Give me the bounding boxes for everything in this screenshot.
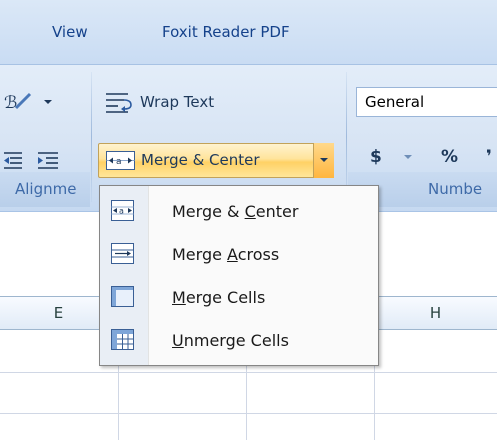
chevron-down-icon (320, 158, 328, 162)
svg-text:ℬ: ℬ (4, 93, 17, 113)
menu-item-merge-cells[interactable]: Merge Cells (100, 278, 378, 320)
menu-item-merge-across[interactable]: Merge Across (100, 235, 378, 277)
menu-item-label: Merge Across (172, 245, 280, 264)
merge-center-icon: a (106, 151, 135, 170)
column-header-h[interactable]: H (374, 297, 497, 330)
increase-indent-button[interactable] (36, 148, 70, 174)
menu-item-label: Merge & Center (172, 202, 299, 221)
merge-dropdown-menu: a Merge & Center Merge Across Merge Cell… (99, 185, 379, 366)
currency-symbol: $ (370, 147, 382, 167)
number-format-select[interactable]: General (356, 87, 497, 117)
alignment-group-label: Alignme (15, 180, 77, 198)
menu-item-label: Merge Cells (172, 288, 266, 307)
menu-item-label: Unmerge Cells (172, 331, 289, 350)
orientation-button[interactable]: ℬ (4, 88, 54, 116)
menu-item-unmerge-cells[interactable]: Unmerge Cells (100, 321, 378, 363)
orientation-icon: ℬ (4, 92, 52, 113)
svg-text:a: a (116, 157, 122, 167)
ribbon-tab-strip: View Foxit Reader PDF (0, 0, 497, 64)
merge-center-label: Merge & Center (141, 151, 260, 169)
decrease-indent-icon (4, 152, 22, 169)
group-separator (346, 72, 347, 202)
merge-across-icon (111, 243, 134, 264)
percent-style-button[interactable]: % (441, 147, 458, 175)
group-separator (91, 72, 92, 202)
wrap-text-label: Wrap Text (140, 93, 215, 111)
menu-item-merge-center[interactable]: a Merge & Center (100, 192, 378, 234)
row-gridline (0, 372, 497, 373)
accounting-format-button[interactable]: $ (370, 147, 412, 175)
tab-foxit-reader-pdf[interactable]: Foxit Reader PDF (162, 23, 290, 41)
number-group-label: Numbe (428, 180, 483, 198)
wrap-text-button[interactable]: Wrap Text (104, 87, 214, 117)
merge-dropdown-arrow-button[interactable] (313, 143, 334, 178)
tab-view[interactable]: View (52, 23, 88, 41)
unmerge-cells-icon (111, 329, 134, 350)
decrease-indent-button[interactable] (2, 148, 36, 174)
merge-center-icon: a (111, 200, 134, 221)
comma-style-button[interactable]: ❜ (486, 147, 497, 175)
merge-cells-icon (111, 286, 134, 307)
svg-text:a: a (119, 207, 124, 216)
row-gridline (0, 413, 497, 414)
chevron-down-icon (404, 155, 412, 159)
comma-icon: ❜ (486, 147, 492, 167)
increase-indent-icon (38, 152, 58, 169)
wrap-text-icon (106, 93, 132, 113)
merge-center-split-button[interactable]: a Merge & Center (98, 143, 334, 178)
